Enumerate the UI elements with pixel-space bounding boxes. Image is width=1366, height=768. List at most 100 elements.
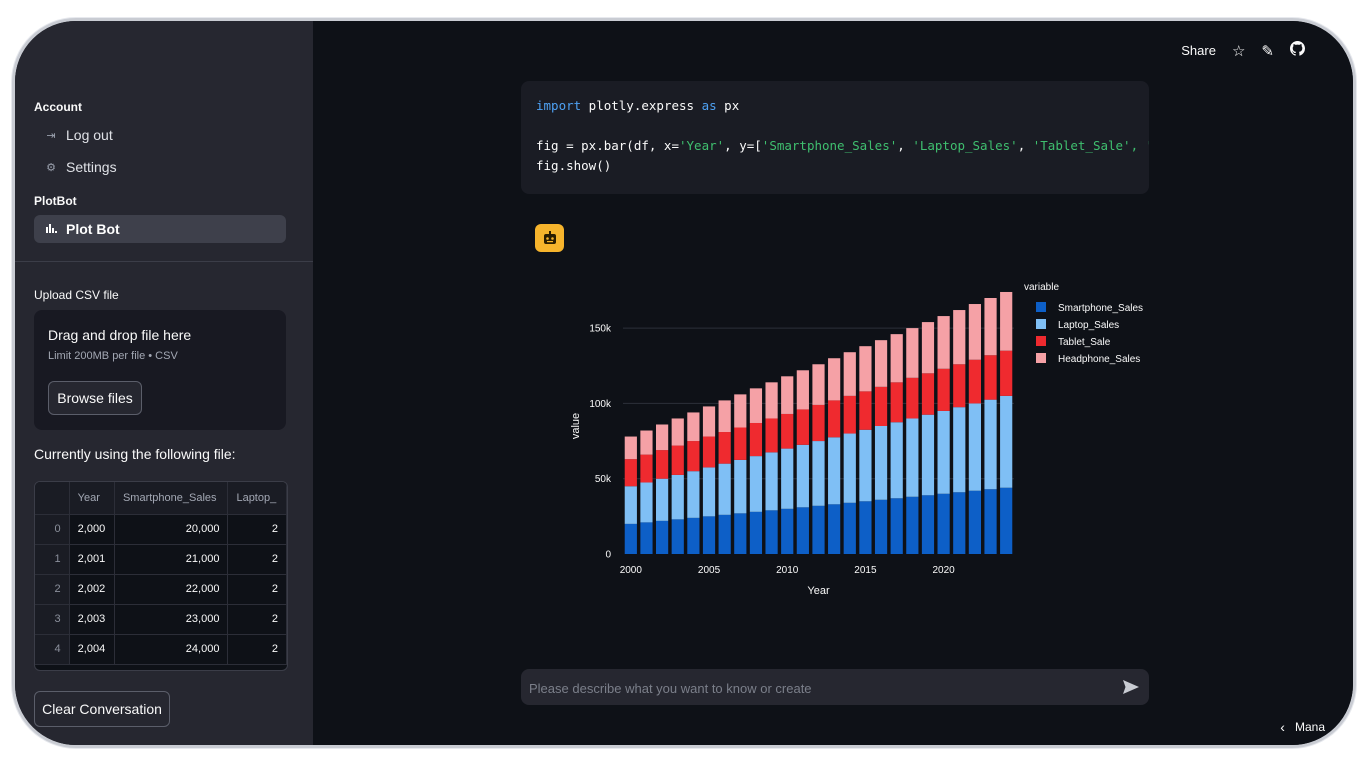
bar-segment — [953, 492, 966, 554]
smartphone-header[interactable]: Smartphone_Sales — [114, 482, 229, 515]
y-tick-label: 100k — [589, 399, 612, 410]
smartphone-cell[interactable]: 23,000 — [114, 604, 229, 635]
laptop-cell[interactable]: 2 — [227, 574, 287, 605]
x-tick-label: 2005 — [698, 565, 721, 576]
stacked-bar-chart[interactable]: 0 50k 100k 150k 2000 2005 2010 2015 2020 Year valu… — [561, 276, 1151, 616]
bar-segment — [906, 496, 919, 554]
sidebar-divider — [15, 261, 313, 262]
logout-item[interactable]: ⇥ Log out — [34, 121, 286, 149]
table-row: 3 2,003 23,000 2 — [35, 604, 287, 635]
clear-conversation-button[interactable]: Clear Conversation — [34, 691, 170, 727]
legend-swatch — [1036, 302, 1046, 312]
bar-segment — [624, 436, 637, 460]
year-cell[interactable]: 2,003 — [69, 604, 115, 635]
bar-segment — [937, 493, 950, 554]
laptop-cell[interactable]: 2 — [227, 544, 287, 575]
row-index: 1 — [35, 544, 70, 575]
dropzone-limit: Limit 200MB per file • CSV — [48, 350, 178, 362]
laptop-header[interactable]: Laptop_ — [227, 482, 287, 515]
smartphone-cell[interactable]: 22,000 — [114, 574, 229, 605]
row-index: 3 — [35, 604, 70, 635]
bar-segment — [828, 437, 841, 505]
bar-segment — [921, 373, 935, 415]
smartphone-cell[interactable]: 21,000 — [114, 544, 229, 575]
browse-files-button[interactable]: Browse files — [48, 381, 142, 415]
bar-segment — [812, 364, 825, 405]
bar-segment — [874, 340, 888, 387]
row-index: 2 — [35, 574, 70, 605]
pencil-icon[interactable]: ✎ — [1261, 42, 1274, 60]
year-header[interactable]: Year — [69, 482, 115, 515]
logout-label: Log out — [66, 127, 113, 143]
bar-segment — [765, 382, 778, 419]
bar-segment — [624, 523, 637, 554]
bar-segment — [968, 304, 981, 360]
star-icon[interactable]: ☆ — [1232, 42, 1245, 60]
bar-segment — [734, 513, 747, 554]
dropzone-title: Drag and drop file here — [48, 327, 192, 343]
legend-title: variable — [1024, 282, 1059, 293]
file-dropzone[interactable]: Drag and drop file here Limit 200MB per … — [34, 310, 286, 430]
bar-segment — [812, 505, 825, 554]
year-cell[interactable]: 2,000 — [69, 514, 115, 545]
row-index: 4 — [35, 634, 70, 665]
bar-segment — [906, 328, 919, 378]
sidebar: Account ⇥ Log out ⚙ Settings PlotBot Plo… — [15, 21, 313, 745]
chat-input[interactable] — [521, 669, 1101, 707]
smartphone-cell[interactable]: 20,000 — [114, 514, 229, 545]
bar-segment — [671, 445, 684, 475]
year-cell[interactable]: 2,002 — [69, 574, 115, 605]
bar-segment — [937, 368, 950, 411]
bar-segment — [812, 404, 825, 442]
bar-segment — [687, 441, 700, 472]
bar-segment — [921, 322, 935, 374]
share-button[interactable]: Share — [1181, 43, 1216, 58]
code-block[interactable]: import plotly.express as px fig = px.bar… — [521, 81, 1149, 194]
bar-segment — [1000, 487, 1013, 554]
bar-segment — [765, 452, 778, 511]
github-icon[interactable] — [1290, 41, 1306, 60]
bar-segment — [687, 412, 700, 442]
year-cell[interactable]: 2,001 — [69, 544, 115, 575]
data-table[interactable]: Year Smartphone_Sales Laptop_ 0 2,000 20… — [34, 481, 288, 671]
table-header-row: Year Smartphone_Sales Laptop_ — [35, 482, 287, 515]
plotbot-heading: PlotBot — [34, 194, 77, 208]
bar-segment — [687, 471, 700, 518]
plot-bot-label: Plot Bot — [66, 221, 120, 237]
year-cell[interactable]: 2,004 — [69, 634, 115, 665]
bar-segment — [890, 382, 903, 423]
laptop-cell[interactable]: 2 — [227, 604, 287, 635]
x-tick-label: 2010 — [776, 565, 799, 576]
manage-label: Mana — [1294, 720, 1325, 734]
gear-icon: ⚙ — [46, 161, 56, 174]
bar-segment — [734, 427, 747, 460]
legend-entry: Headphone_Sales — [1058, 354, 1140, 365]
upload-heading: Upload CSV file — [34, 288, 119, 302]
bar-segment — [906, 418, 919, 497]
bar-segment — [640, 522, 653, 554]
bar-segment — [640, 482, 653, 523]
laptop-cell[interactable]: 2 — [227, 514, 287, 545]
bar-segment — [640, 430, 653, 455]
laptop-cell[interactable]: 2 — [227, 634, 287, 665]
bar-segment — [812, 441, 825, 506]
bar-segment — [874, 386, 888, 426]
x-tick-label: 2015 — [854, 565, 877, 576]
table-row: 0 2,000 20,000 2 — [35, 514, 287, 545]
send-icon[interactable] — [1121, 677, 1141, 697]
bar-segment — [984, 355, 997, 400]
bar-segment — [671, 519, 684, 554]
bar-chart-icon — [44, 223, 58, 236]
manage-app-button[interactable]: ‹ Mana — [1280, 719, 1325, 735]
legend-swatch — [1036, 336, 1046, 346]
bar-segment — [749, 388, 763, 423]
bar-segment — [702, 406, 716, 437]
main-panel: Share ☆ ✎ import plotly.express as px fi… — [313, 21, 1353, 745]
chevron-left-icon: ‹ — [1280, 719, 1285, 735]
legend-entry: Tablet_Sale — [1058, 337, 1111, 348]
smartphone-cell[interactable]: 24,000 — [114, 634, 229, 665]
chat-input-box[interactable] — [521, 669, 1149, 707]
sidebar-item-plot-bot[interactable]: Plot Bot — [34, 215, 286, 243]
bar-segment — [781, 448, 794, 509]
settings-item[interactable]: ⚙ Settings — [34, 153, 286, 181]
